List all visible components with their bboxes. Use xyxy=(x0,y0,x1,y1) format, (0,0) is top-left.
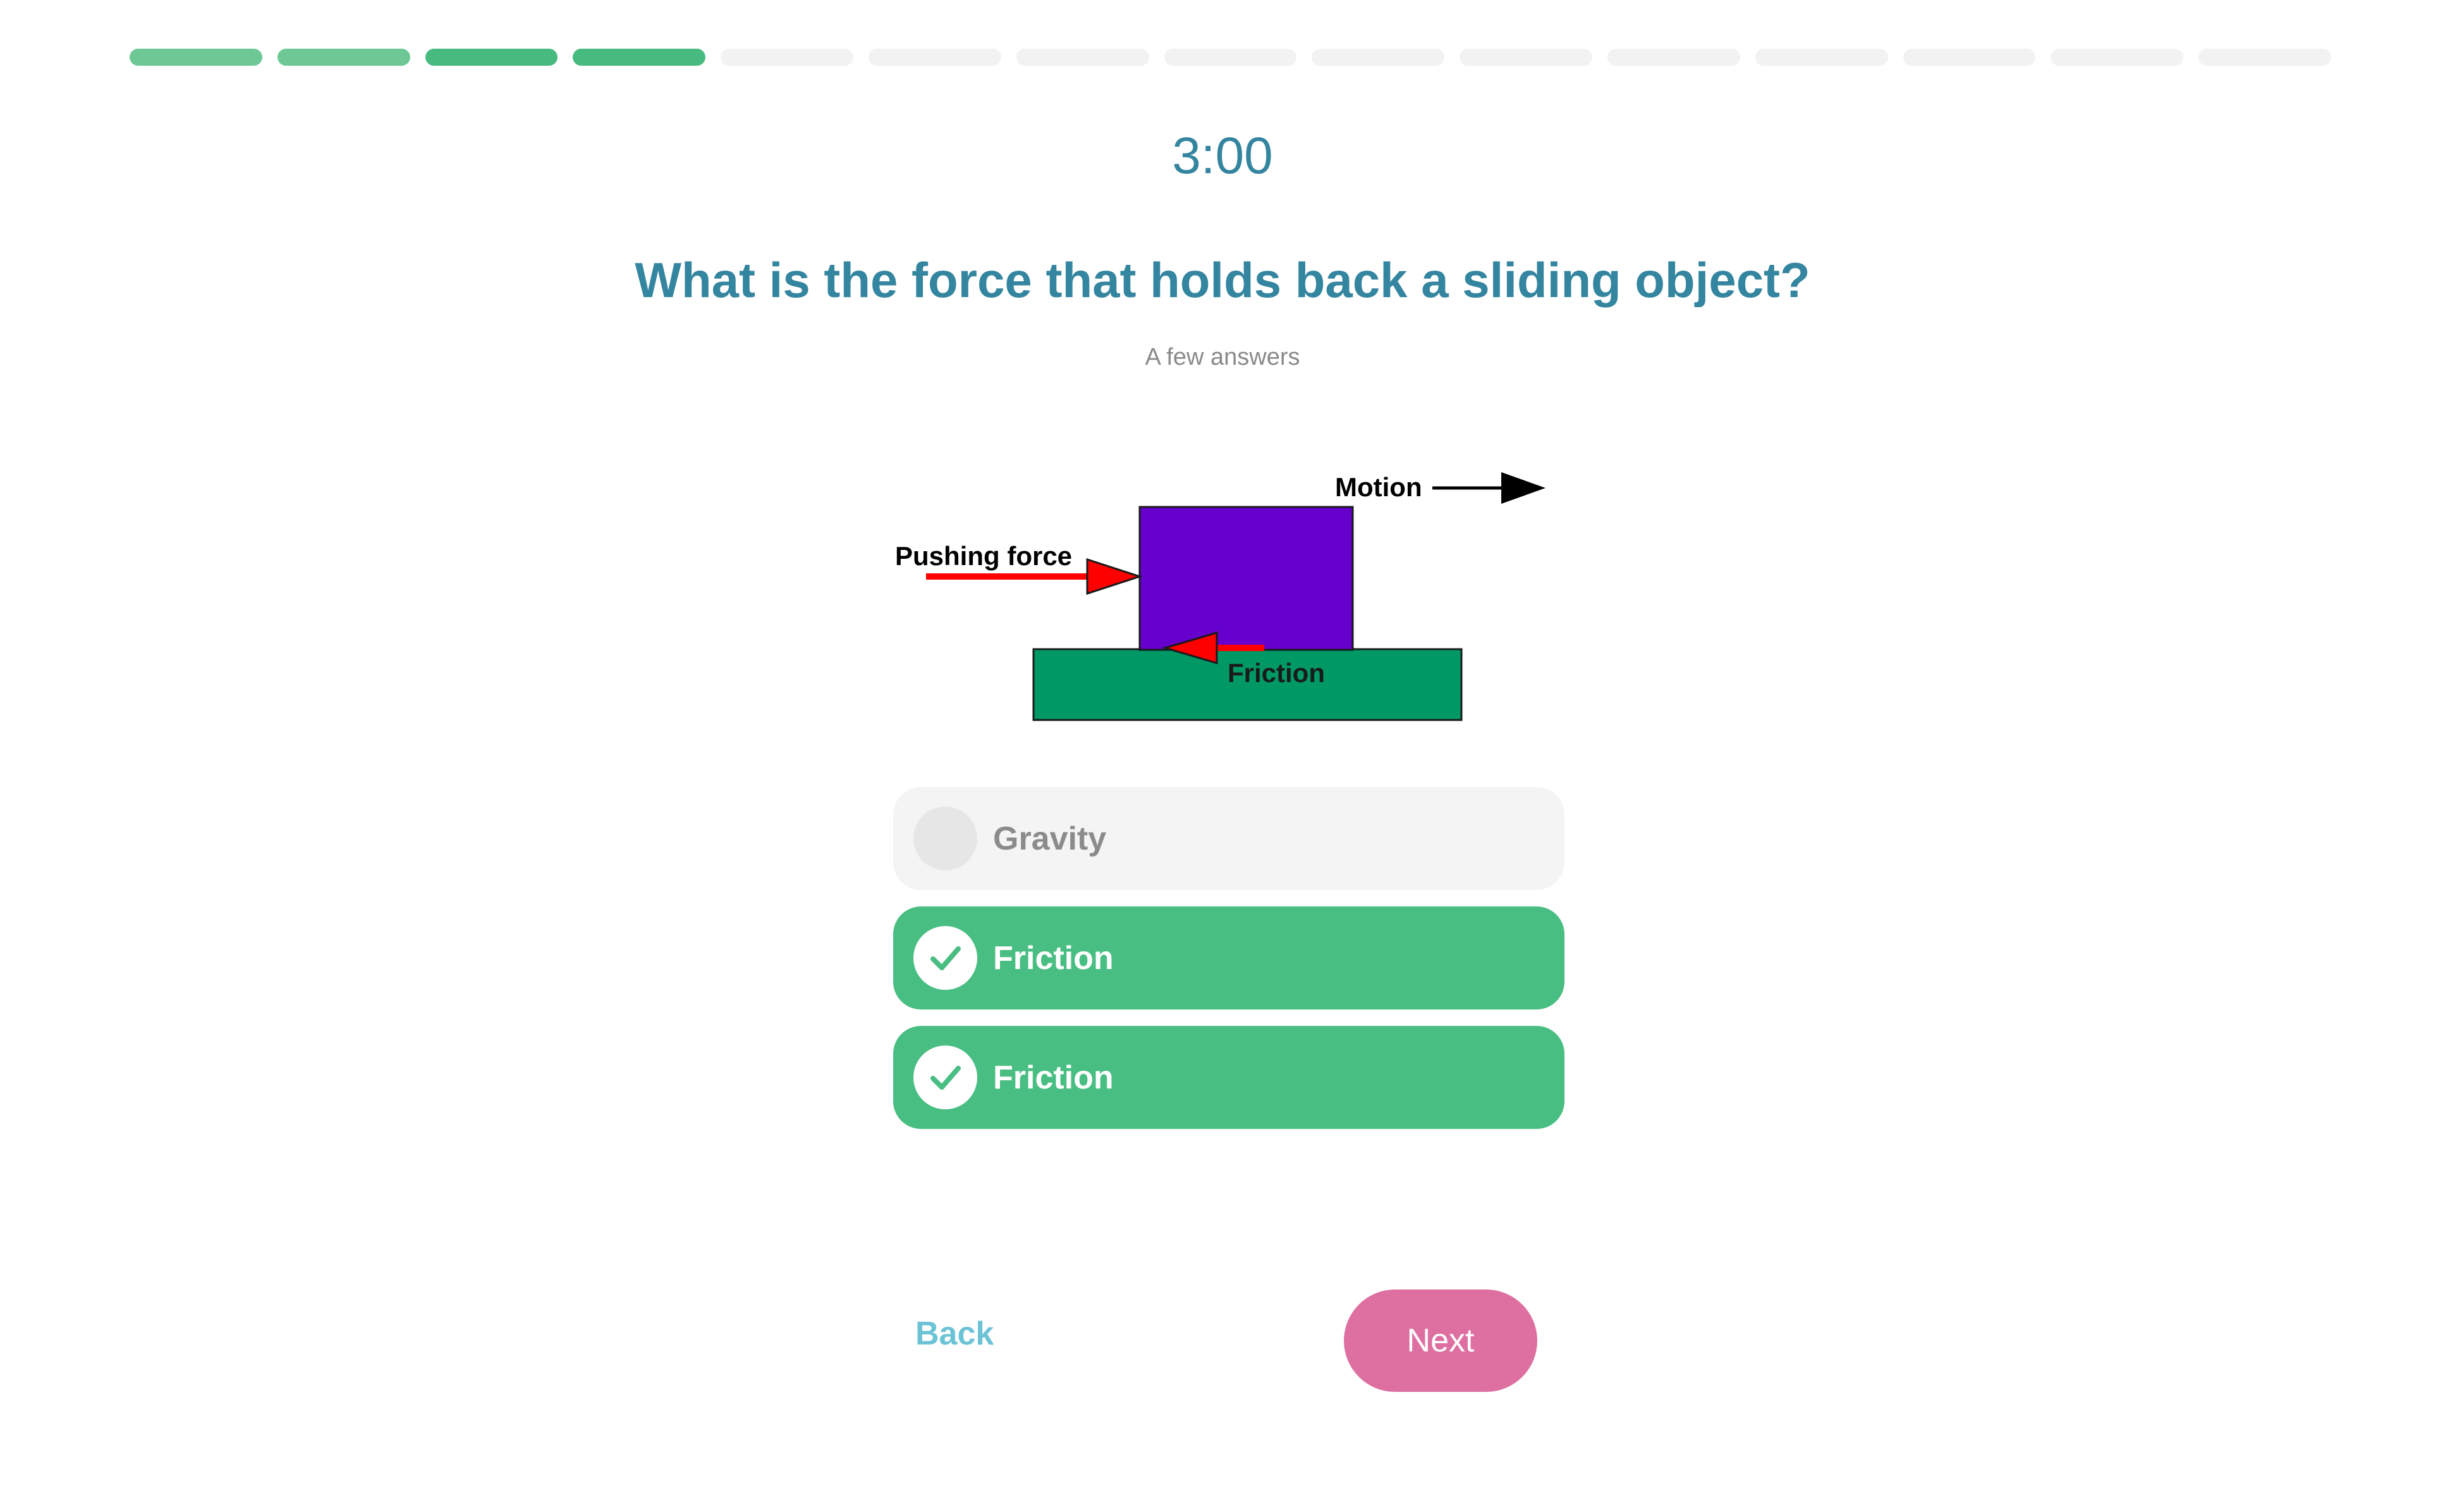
motion-label: Motion xyxy=(1335,472,1422,502)
progress-segment-13 xyxy=(1903,49,2036,66)
pushing-force-arrowhead xyxy=(1086,558,1143,595)
motion-arrowhead xyxy=(1501,472,1546,504)
answer-label: Friction xyxy=(993,1059,1114,1096)
progress-bar xyxy=(130,49,2331,66)
answer-option-friction-2[interactable]: Friction xyxy=(893,1026,1564,1129)
answer-label: Friction xyxy=(993,939,1114,977)
progress-segment-11 xyxy=(1607,49,1740,66)
progress-segment-5 xyxy=(721,49,853,66)
progress-segment-1 xyxy=(130,49,262,66)
answer-option-friction-1[interactable]: Friction xyxy=(893,906,1564,1009)
progress-segment-9 xyxy=(1312,49,1445,66)
progress-segment-2 xyxy=(277,49,410,66)
progress-segment-7 xyxy=(1016,49,1149,66)
answer-list: Gravity Friction Friction xyxy=(893,787,1564,1145)
sliding-block xyxy=(1138,506,1354,651)
progress-segment-10 xyxy=(1460,49,1592,66)
progress-segment-15 xyxy=(2198,49,2331,66)
friction-diagram: Motion Pushing force Friction xyxy=(895,472,1546,721)
check-icon xyxy=(913,926,977,990)
back-button[interactable]: Back xyxy=(915,1315,994,1353)
progress-segment-14 xyxy=(2051,49,2184,66)
countdown-timer: 3:00 xyxy=(1172,127,1273,185)
check-icon xyxy=(913,1046,977,1109)
pushing-force-label: Pushing force xyxy=(895,541,1072,571)
progress-segment-3 xyxy=(425,49,558,66)
question-title: What is the force that holds back a slid… xyxy=(635,252,1810,308)
next-button[interactable]: Next xyxy=(1344,1289,1537,1392)
progress-segment-8 xyxy=(1164,49,1297,66)
progress-segment-4 xyxy=(573,49,706,66)
empty-radio-icon xyxy=(913,807,977,870)
answer-option-gravity[interactable]: Gravity xyxy=(893,787,1564,890)
answer-label: Gravity xyxy=(993,820,1107,857)
progress-segment-6 xyxy=(868,49,1001,66)
progress-segment-12 xyxy=(1755,49,1888,66)
friction-label: Friction xyxy=(1228,658,1325,688)
answer-hint: A few answers xyxy=(1145,344,1300,370)
